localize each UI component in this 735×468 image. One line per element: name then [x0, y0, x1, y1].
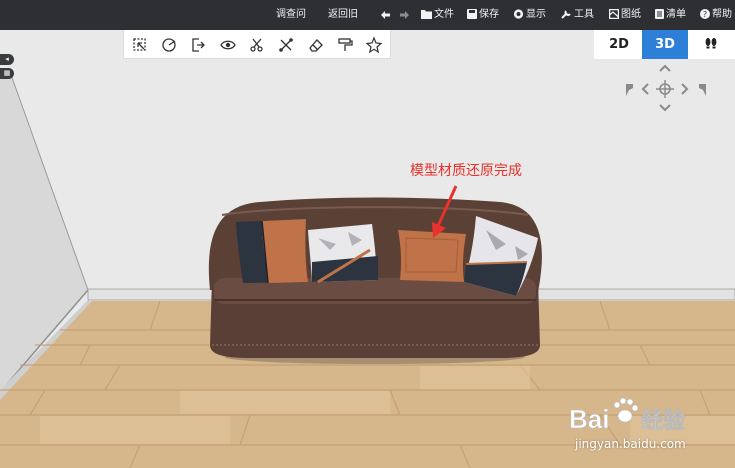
wrench-icon [561, 10, 571, 19]
top-menu-bar: 调查问 返回旧 文件 保存 显示 工具 图纸 清单 ? 帮助 [0, 0, 735, 30]
footprint-icon [705, 38, 717, 49]
eraser-icon[interactable] [307, 36, 325, 54]
select-icon[interactable] [131, 36, 149, 54]
drawing-menu[interactable]: 图纸 [608, 7, 641, 23]
svg-text:经验: 经验 [641, 408, 685, 434]
rotate-left-icon[interactable] [626, 84, 633, 96]
walkthrough-button[interactable] [688, 30, 734, 59]
side-grid-tab[interactable]: ▦ [0, 68, 14, 79]
cut-icon[interactable] [248, 36, 266, 54]
pan-right-icon[interactable] [681, 83, 689, 95]
pan-left-icon[interactable] [641, 83, 649, 95]
save-menu[interactable]: 保存 [467, 7, 499, 23]
help-icon: ? [700, 9, 710, 19]
annotation-label: 模型材质还原完成 [410, 163, 522, 179]
view-2d-button[interactable]: 2D [596, 30, 642, 59]
folder-icon [421, 10, 432, 19]
scissors-x-icon[interactable] [277, 36, 295, 54]
watermark-domain: jingyan.baidu.com [575, 437, 686, 451]
pan-down-icon[interactable] [659, 104, 671, 112]
sofa-model[interactable] [208, 197, 542, 365]
pan-up-icon[interactable] [659, 64, 671, 72]
svg-text:?: ? [703, 10, 707, 19]
svg-text:Bai: Bai [569, 404, 609, 434]
back-to-old-menu[interactable]: 返回旧 [328, 7, 358, 23]
pillow-orange[interactable] [398, 230, 466, 282]
help-menu[interactable]: ? 帮助 [700, 7, 732, 23]
view-3d-button[interactable]: 3D [642, 30, 688, 59]
drawing-icon [608, 8, 620, 20]
display-menu[interactable]: 显示 [513, 7, 546, 23]
pillow-left[interactable] [236, 219, 308, 284]
pillow-marble-left[interactable] [308, 224, 378, 284]
camera-nav-cluster [620, 62, 715, 114]
pan-center-icon[interactable] [656, 80, 674, 98]
favorite-star-icon[interactable] [365, 36, 383, 54]
rotate-right-icon[interactable] [699, 84, 706, 96]
paw-icon [613, 397, 639, 423]
visibility-icon[interactable] [219, 36, 237, 54]
tool-palette [123, 30, 391, 59]
paint-roller-icon[interactable] [336, 36, 354, 54]
exit-group-icon[interactable] [189, 36, 207, 54]
file-menu[interactable]: 文件 [421, 7, 454, 23]
side-collapse-tab[interactable]: ◂ [0, 54, 14, 65]
survey-menu[interactable]: 调查问 [276, 7, 306, 23]
save-icon [467, 9, 477, 19]
eye-icon [513, 9, 524, 19]
material-brush-icon[interactable] [160, 36, 178, 54]
view-mode-switch: 2D 3D [594, 30, 735, 59]
tools-menu[interactable]: 工具 [561, 7, 594, 23]
list-menu[interactable]: 清单 [655, 7, 686, 23]
redo-icon[interactable] [398, 8, 412, 22]
list-icon [655, 9, 664, 19]
undo-icon[interactable] [378, 8, 392, 22]
